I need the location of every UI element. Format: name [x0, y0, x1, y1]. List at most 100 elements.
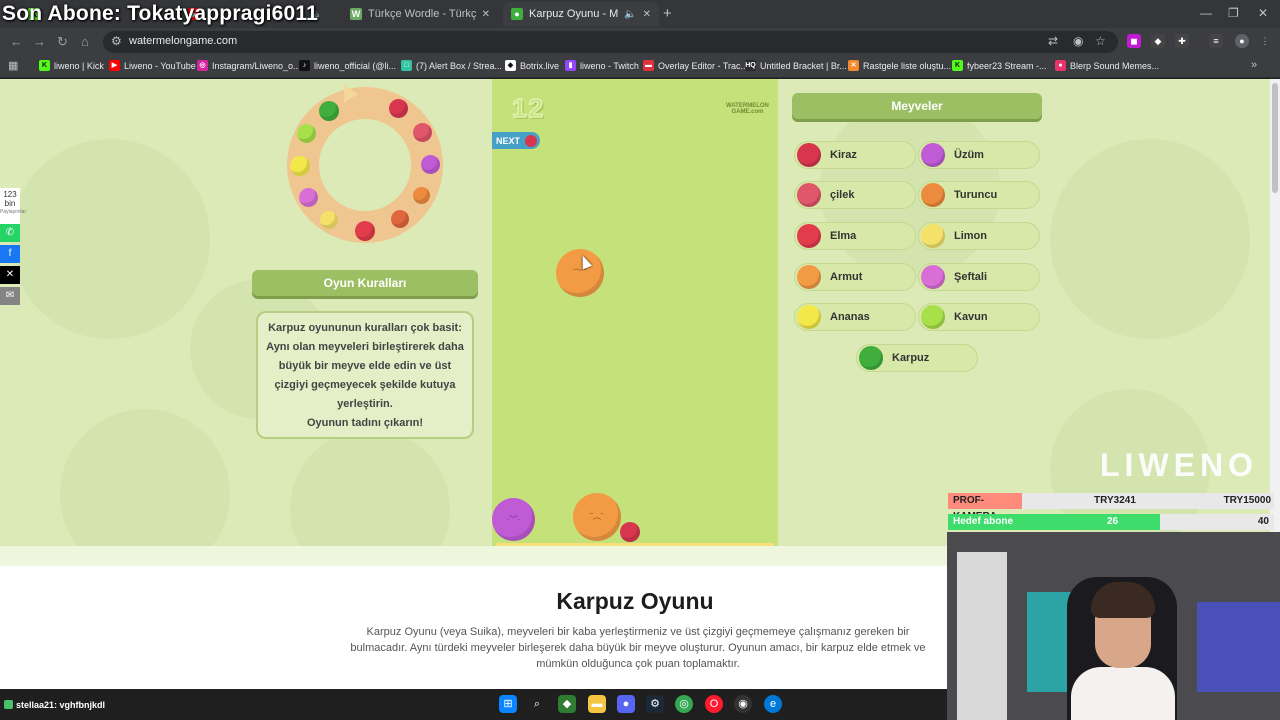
- close-window-icon[interactable]: ✕: [1258, 6, 1268, 20]
- webcam-shelf: [957, 552, 1007, 720]
- fruit-item[interactable]: Kavun: [918, 303, 1040, 331]
- rules-line: büyük bir meyve elde edin ve üst: [278, 360, 452, 372]
- chat-text: : vghfbnjkdl: [54, 700, 106, 710]
- cherry-icon: [389, 99, 408, 118]
- goal-current: TRY3241: [1094, 495, 1136, 506]
- tiktok-icon: ♪: [299, 60, 310, 71]
- bookmark-item[interactable]: ▮ liweno - Twitch: [565, 60, 639, 71]
- grape-icon: [921, 143, 945, 167]
- youtube-icon: ▶: [109, 60, 120, 71]
- email-icon[interactable]: ✉: [0, 287, 20, 305]
- speaker-icon[interactable]: 🔈: [624, 9, 636, 20]
- minimize-icon[interactable]: —: [1200, 6, 1212, 20]
- tab-title: Karpuz Oyunu - Meyveleri B: [529, 8, 619, 20]
- new-tab-button[interactable]: +: [663, 5, 672, 22]
- x-icon[interactable]: ✕: [0, 266, 20, 284]
- game-board[interactable]: 12 WATERMELON GAME.com NEXT ˘︶˘ ·︶· ˘︵˘: [492, 79, 778, 546]
- bookmark-item[interactable]: □ (7) Alert Box / Strea...: [401, 60, 502, 71]
- tab-karpuz[interactable]: ● Karpuz Oyunu - Meyveleri B 🔈 ✕: [503, 2, 659, 26]
- bookmark-item[interactable]: HQ Untitled Bracket | Br...: [745, 60, 847, 71]
- reload-icon[interactable]: ↻: [57, 34, 68, 50]
- fruit-item[interactable]: Limon: [918, 222, 1040, 250]
- article-body: Karpuz Oyunu (veya Suika), meyveleri bir…: [318, 624, 958, 672]
- steam-icon[interactable]: ⚙: [646, 695, 664, 713]
- extension-icon[interactable]: ◆: [1151, 34, 1165, 48]
- fruit-label: çilek: [830, 189, 855, 201]
- fruits-title: Meyveler: [792, 93, 1042, 119]
- home-icon[interactable]: ⌂: [81, 34, 89, 49]
- bookmark-item[interactable]: Kliweno | Kick: [39, 60, 104, 71]
- fruit-item[interactable]: Kiraz: [794, 141, 916, 169]
- peach-icon: [921, 265, 945, 289]
- app-icon[interactable]: ◆: [558, 695, 576, 713]
- fruit-item[interactable]: Elma: [794, 222, 916, 250]
- fruit-label: Ananas: [830, 311, 870, 323]
- url-text: watermelongame.com: [129, 35, 238, 47]
- discord-icon[interactable]: ●: [617, 695, 635, 713]
- bookmark-item[interactable]: ◆ Botrix.live: [505, 60, 559, 71]
- reading-list-icon[interactable]: ≡: [1209, 34, 1223, 48]
- translate-icon[interactable]: ⇄: [1048, 34, 1058, 48]
- browser-toolbar: ← → ↻ ⌂ ⚙ watermelongame.com ⇄ ◉ ☆ ◼ ◆ ✚…: [0, 28, 1280, 56]
- kick-icon: K: [39, 60, 50, 71]
- bookmark-item[interactable]: Kfybeer23 Stream -...: [952, 60, 1047, 71]
- fruit-item[interactable]: Karpuz: [856, 344, 978, 372]
- scrollbar-thumb[interactable]: [1272, 83, 1278, 193]
- bookmark-item[interactable]: ▬ Overlay Editor - Trac...: [643, 60, 748, 71]
- fruit-face: ˘︶˘: [573, 268, 587, 277]
- forward-icon[interactable]: →: [33, 34, 46, 49]
- edge-icon[interactable]: e: [764, 695, 782, 713]
- webcam-person-body: [1071, 667, 1175, 720]
- share-count-number: 123: [3, 190, 17, 199]
- background-fruit: [10, 139, 210, 339]
- fruit-item[interactable]: Şeftali: [918, 263, 1040, 291]
- search-icon[interactable]: ⌕: [528, 695, 546, 713]
- rules-box: Karpuz oyununun kuralları çok basit: Ayn…: [256, 311, 474, 439]
- melon-icon: [297, 124, 316, 143]
- folder-icon[interactable]: ▬: [588, 695, 606, 713]
- back-icon[interactable]: ←: [10, 34, 23, 49]
- address-bar[interactable]: ⚙ watermelongame.com ⇄ ◉ ☆: [103, 31, 1118, 53]
- bookmark-item[interactable]: ✕ Rastgele liste oluştu...: [848, 60, 951, 71]
- chrome-icon[interactable]: ◎: [675, 695, 693, 713]
- whatsapp-icon[interactable]: ✆: [0, 224, 20, 242]
- obs-icon[interactable]: ◉: [734, 695, 752, 713]
- extension-icon[interactable]: ◼: [1127, 34, 1141, 48]
- profile-avatar[interactable]: ●: [1235, 34, 1249, 48]
- menu-icon[interactable]: ⋮: [1258, 34, 1272, 48]
- facebook-icon[interactable]: f: [0, 245, 20, 263]
- share-count: 123 bin Paylaşımlar: [0, 188, 26, 224]
- close-tab-icon[interactable]: ✕: [482, 9, 490, 20]
- fruit-item[interactable]: Turuncu: [918, 181, 1040, 209]
- fruit-item[interactable]: Ananas: [794, 303, 916, 331]
- apps-icon[interactable]: ▦: [8, 59, 18, 72]
- bookmark-item[interactable]: ◎ Instagram/Liweno_o...: [197, 60, 301, 71]
- maximize-icon[interactable]: ❐: [1228, 6, 1239, 20]
- rules-line: yerleştirin.: [337, 398, 393, 410]
- site-info-icon[interactable]: ⚙: [111, 34, 122, 48]
- rules-line: Aynı olan meyveleri birleştirerek daha: [266, 341, 464, 353]
- more-bookmarks-icon[interactable]: »: [1251, 59, 1257, 71]
- puzzle-icon[interactable]: ✚: [1175, 34, 1189, 48]
- next-label: NEXT: [496, 135, 521, 146]
- background-fruit: [1050, 139, 1250, 339]
- liweno-watermark: LIWENO: [1100, 447, 1258, 483]
- fruit-item[interactable]: çilek: [794, 181, 916, 209]
- bookmark-item[interactable]: ▶ Liweno - YouTube: [109, 60, 196, 71]
- bookmark-item[interactable]: ● Blerp Sound Memes...: [1055, 60, 1159, 71]
- bookmark-item[interactable]: ♪ liweno_official (@li...: [299, 60, 396, 71]
- bookmark-label: Liweno - YouTube: [124, 60, 196, 71]
- windows-start-icon[interactable]: ⊞: [499, 695, 517, 713]
- tab-title: Türkçe Wordle - Türkçe Kelime: [368, 8, 476, 20]
- close-tab-icon[interactable]: ✕: [643, 9, 651, 20]
- opera-icon[interactable]: O: [705, 695, 723, 713]
- tab-wordle[interactable]: W Türkçe Wordle - Türkçe Kelime ✕: [342, 2, 498, 26]
- fruit-item[interactable]: Üzüm: [918, 141, 1040, 169]
- board-fruit-grape: ·︶·: [492, 498, 535, 541]
- bookmark-label: Botrix.live: [520, 60, 560, 71]
- eye-off-icon[interactable]: ◉: [1073, 34, 1083, 48]
- chat-message: stellaa21: vghfbnjkdl: [0, 700, 105, 710]
- bookmark-star-icon[interactable]: ☆: [1095, 34, 1106, 48]
- fruit-item[interactable]: Armut: [794, 263, 916, 291]
- orange-icon: [921, 183, 945, 207]
